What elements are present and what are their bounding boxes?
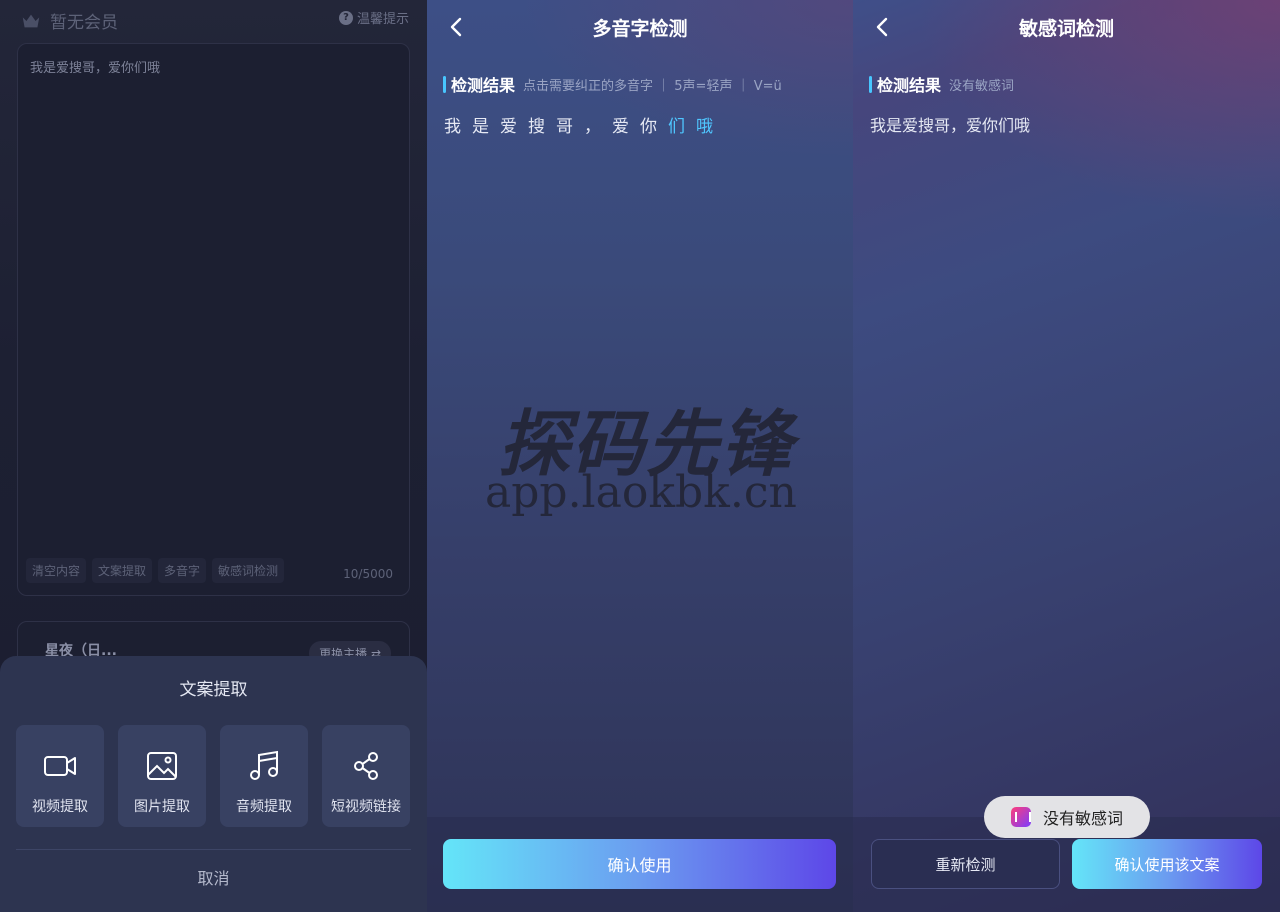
polyphone-char-highlighted[interactable]: 哦 xyxy=(696,112,713,137)
toast: 没有敏感词 xyxy=(984,796,1150,838)
page-title: 多音字检测 xyxy=(592,18,688,40)
polyphone-char[interactable]: 搜 xyxy=(528,112,545,137)
sheet-title: 文案提取 xyxy=(179,680,248,700)
result-label: 检测结果 xyxy=(877,76,942,95)
cancel-button[interactable]: 取消 xyxy=(0,865,427,889)
text-editor[interactable]: 我是爱搜哥，爱你们哦 清空内容 文案提取 多音字 敏感词检测 10/5000 xyxy=(17,43,410,596)
editor-panel: 暂无会员 ? 温馨提示 我是爱搜哥，爱你们哦 清空内容 文案提取 多音字 敏感词… xyxy=(0,0,427,912)
polyphone-char[interactable]: 是 xyxy=(472,112,489,137)
result-label: 检测结果 xyxy=(451,76,516,95)
result-hint: 点击需要纠正的多音字 ｜ 5声=轻声 ｜ V=ü xyxy=(523,78,782,94)
polyphone-panel: 多音字检测 检测结果 点击需要纠正的多音字 ｜ 5声=轻声 ｜ V=ü 我是爱搜… xyxy=(427,0,853,912)
checked-text: 我是爱搜哥，爱你们哦 xyxy=(870,116,1031,135)
sensitive-panel: 敏感词检测 检测结果 没有敏感词 我是爱搜哥，爱你们哦 重新检测 确认使用该文案 xyxy=(853,0,1280,912)
image-extract-option[interactable]: 图片提取 xyxy=(118,725,206,827)
editor-text: 我是爱搜哥，爱你们哦 xyxy=(30,61,161,76)
extract-sheet: 文案提取 视频提取 图片提取 音频提取 短视频链接 取消 xyxy=(0,656,427,912)
music-icon xyxy=(250,750,278,780)
bottom-bar: 确认使用 xyxy=(427,817,853,912)
polyphone-char[interactable]: 我 xyxy=(444,112,461,137)
video-icon xyxy=(44,756,76,776)
audio-extract-option[interactable]: 音频提取 xyxy=(220,725,308,827)
option-label: 图片提取 xyxy=(134,799,190,815)
header: 敏感词检测 xyxy=(853,0,1280,54)
option-label: 音频提取 xyxy=(236,799,292,815)
tip-label: 温馨提示 xyxy=(356,12,409,27)
polyphone-char[interactable]: 爱 xyxy=(500,112,517,137)
toast-text: 没有敏感词 xyxy=(1042,809,1123,828)
sheet-options: 视频提取 图片提取 音频提取 短视频链接 xyxy=(16,725,410,827)
recheck-button[interactable]: 重新检测 xyxy=(871,839,1060,889)
image-icon xyxy=(147,752,177,780)
extract-button[interactable]: 文案提取 xyxy=(92,558,153,583)
sensitive-check-button[interactable]: 敏感词检测 xyxy=(212,558,285,583)
option-label: 短视频链接 xyxy=(331,799,401,815)
polyphone-char[interactable]: 你 xyxy=(640,112,657,137)
member-status[interactable]: 暂无会员 xyxy=(20,8,118,33)
result-header: 检测结果 没有敏感词 xyxy=(869,72,1014,96)
polyphone-char[interactable]: 哥 xyxy=(556,112,573,137)
divider xyxy=(16,849,411,850)
accent-bar xyxy=(443,75,446,93)
option-label: 视频提取 xyxy=(32,799,88,815)
clear-button[interactable]: 清空内容 xyxy=(26,558,87,583)
share-icon xyxy=(354,752,378,780)
header: 多音字检测 xyxy=(427,0,853,54)
char-count: 10/5000 xyxy=(343,567,393,581)
top-bar: 暂无会员 ? 温馨提示 xyxy=(0,0,427,40)
crown-icon xyxy=(22,14,40,27)
app-icon xyxy=(1010,807,1031,827)
video-extract-option[interactable]: 视频提取 xyxy=(16,725,104,827)
result-hint: 没有敏感词 xyxy=(949,78,1015,94)
question-icon: ? xyxy=(338,10,353,25)
short-video-link-option[interactable]: 短视频链接 xyxy=(322,725,410,827)
confirm-use-button[interactable]: 确认使用该文案 xyxy=(1072,839,1262,889)
polyphone-text: 我是爱搜哥，爱你们哦 xyxy=(444,112,713,137)
polyphone-char-highlighted[interactable]: 们 xyxy=(668,112,685,137)
result-header: 检测结果 点击需要纠正的多音字 ｜ 5声=轻声 ｜ V=ü xyxy=(443,72,782,96)
member-label: 暂无会员 xyxy=(50,13,118,33)
editor-toolbar: 清空内容 文案提取 多音字 敏感词检测 xyxy=(26,558,285,583)
confirm-button[interactable]: 确认使用 xyxy=(443,839,836,889)
polyphone-button[interactable]: 多音字 xyxy=(158,558,207,583)
accent-bar xyxy=(869,75,872,93)
polyphone-char[interactable]: 爱 xyxy=(612,112,629,137)
polyphone-char[interactable]: ， xyxy=(584,112,601,137)
tip-link[interactable]: ? 温馨提示 xyxy=(338,8,409,27)
page-title: 敏感词检测 xyxy=(1018,18,1114,40)
